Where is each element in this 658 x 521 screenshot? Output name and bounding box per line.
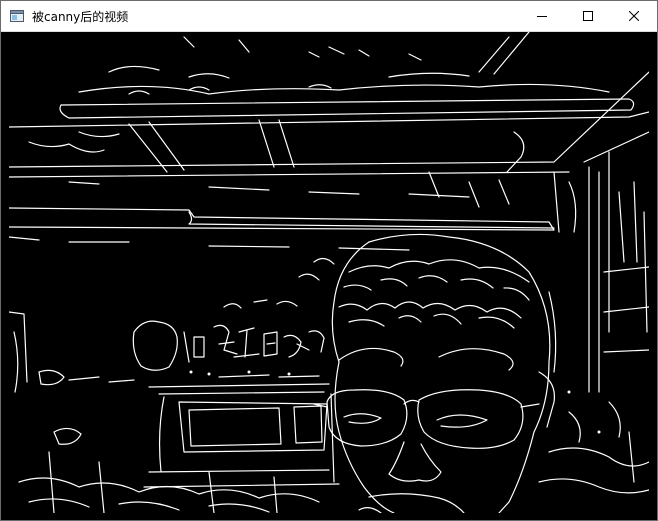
video-frame xyxy=(9,32,649,513)
minimize-icon xyxy=(537,16,547,17)
maximize-icon xyxy=(583,11,593,21)
caption-buttons xyxy=(519,1,657,31)
app-window: 被canny后的视频 xyxy=(0,0,658,521)
maximize-button[interactable] xyxy=(565,1,611,31)
window-title: 被canny后的视频 xyxy=(32,9,129,24)
title-bar[interactable]: 被canny后的视频 xyxy=(1,1,657,32)
minimize-button[interactable] xyxy=(519,1,565,31)
close-icon xyxy=(629,11,639,21)
window-right-border xyxy=(649,32,657,520)
close-button[interactable] xyxy=(611,1,657,31)
app-icon xyxy=(9,8,25,24)
window-left-border xyxy=(1,32,9,520)
canny-edge-image xyxy=(9,32,649,513)
